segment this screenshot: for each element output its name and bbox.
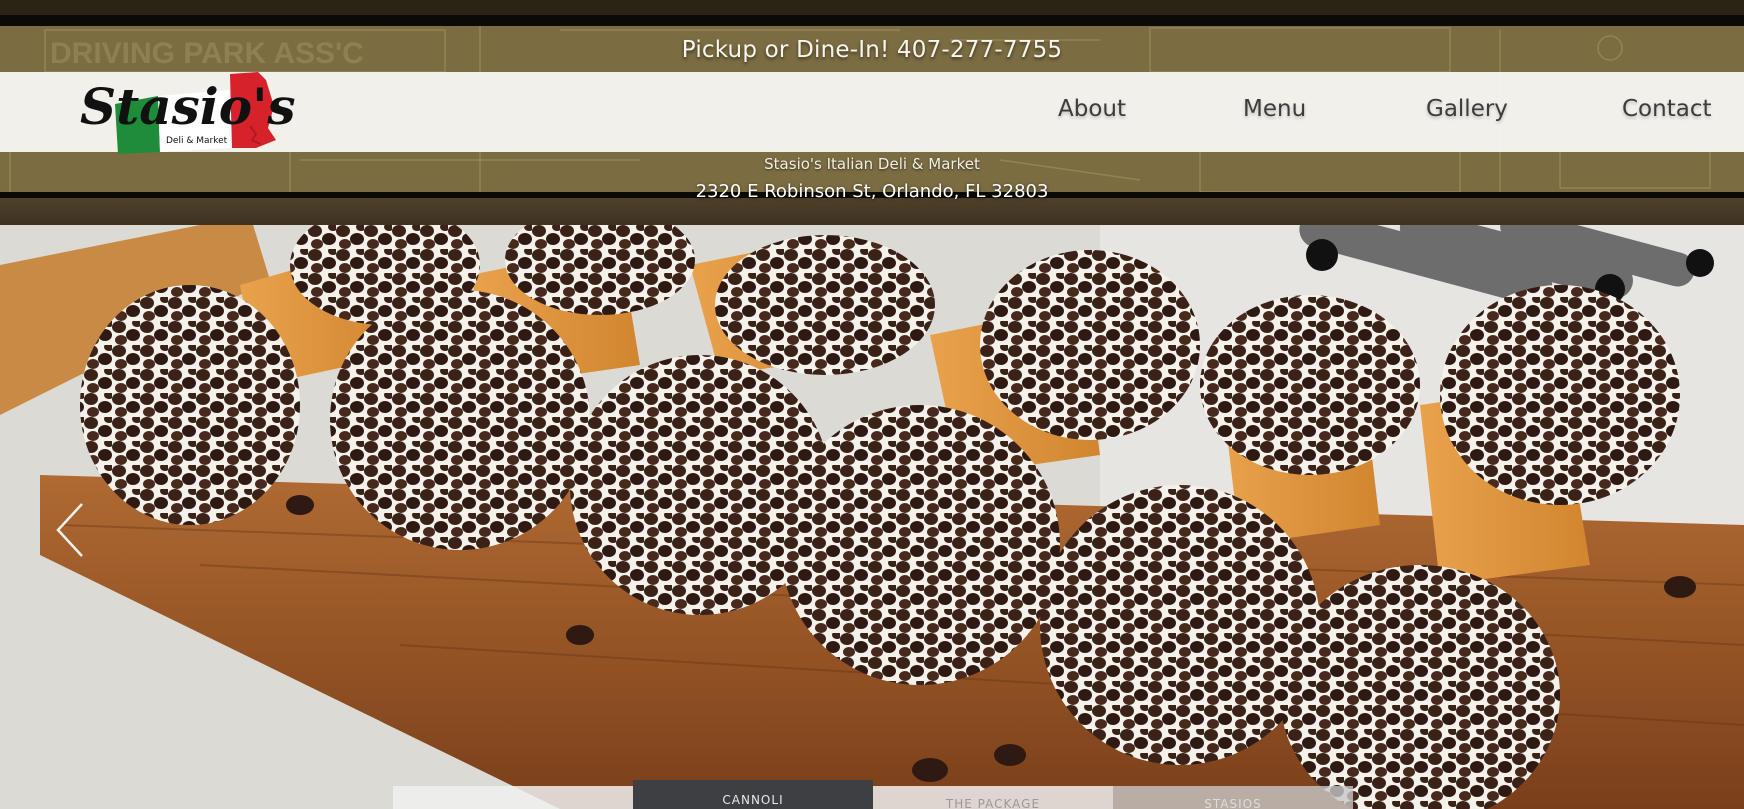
slideshow-tabs: CANNOLI THE PACKAGE STASIOS — [393, 780, 1353, 809]
cannoli-hero-image — [0, 225, 1744, 809]
hero-slideshow — [0, 225, 1744, 809]
nav-contact[interactable]: Contact — [1622, 96, 1711, 122]
nav-menu[interactable]: Menu — [1243, 96, 1306, 122]
svg-text:Deli & Market: Deli & Market — [166, 136, 228, 146]
slide-tab-1[interactable] — [393, 786, 633, 809]
pickup-phone-banner: Pickup or Dine-In! 407-277-7755 — [681, 37, 1063, 63]
svg-text:Stasio's: Stasio's — [80, 77, 296, 136]
logo-graphic: Stasio's Deli & Market — [80, 72, 296, 154]
slide-tab-stasios[interactable]: STASIOS — [1113, 786, 1353, 809]
business-name: Stasio's Italian Deli & Market — [764, 155, 980, 173]
chevron-left-icon[interactable] — [52, 500, 88, 560]
nav-gallery[interactable]: Gallery — [1426, 96, 1508, 122]
nav-about[interactable]: About — [1058, 96, 1126, 122]
slide-tab-cannoli[interactable]: CANNOLI — [633, 780, 873, 809]
business-address: 2320 E Robinson St, Orlando, FL 32803 — [695, 181, 1049, 202]
site-logo[interactable]: Stasio's Deli & Market — [80, 66, 302, 158]
slide-tab-the-package[interactable]: THE PACKAGE — [873, 786, 1113, 809]
